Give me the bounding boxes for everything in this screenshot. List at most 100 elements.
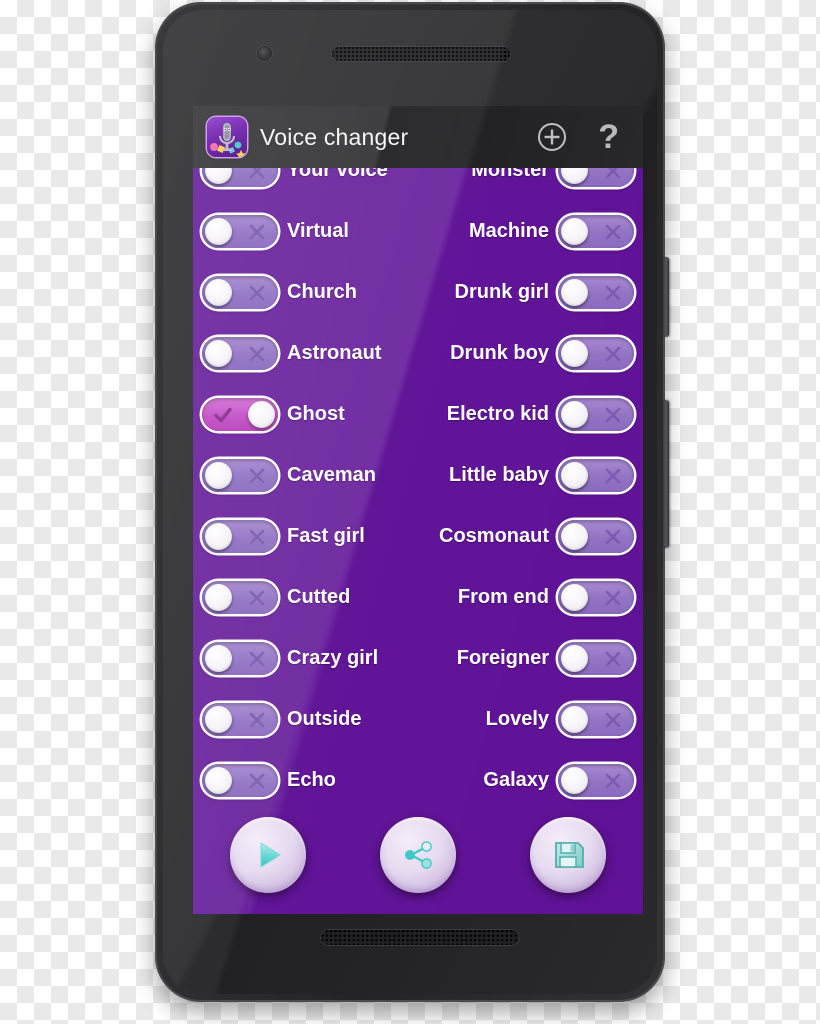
toggle-foreigner[interactable]: [558, 642, 634, 675]
toggle-knob: [205, 279, 232, 306]
toggle-cosmonaut[interactable]: [558, 520, 634, 553]
effect-label: Outside: [287, 708, 362, 730]
toggle-machine[interactable]: [558, 215, 634, 248]
effect-cell-electro-kid[interactable]: Electro kid: [418, 398, 643, 431]
effect-row: Caveman Little baby: [193, 445, 643, 506]
toggle-drunk-girl[interactable]: [558, 276, 634, 309]
effect-label: Caveman: [287, 464, 376, 486]
app-bar: Voice changer ?: [193, 106, 643, 168]
toggle-electro-kid[interactable]: [558, 398, 634, 431]
toggle-knob: [205, 706, 232, 733]
effect-row: Outside Lovely: [193, 689, 643, 750]
effect-cell-foreigner[interactable]: Foreigner: [418, 642, 643, 675]
toggle-knob: [561, 706, 588, 733]
toggle-knob: [205, 340, 232, 367]
effect-label: Lovely: [485, 708, 549, 730]
toggle-knob: [561, 462, 588, 489]
phone-device-frame: Your voice Monster Virtual Machine Church Dru…: [155, 2, 669, 1002]
effect-cell-machine[interactable]: Machine: [418, 215, 643, 248]
effect-cell-caveman[interactable]: Caveman: [193, 459, 418, 492]
close-x-icon: [594, 398, 632, 431]
close-x-icon: [238, 520, 276, 553]
effect-label: Cosmonaut: [439, 525, 549, 547]
toggle-knob: [205, 645, 232, 672]
earpiece-speaker-icon: [331, 46, 511, 62]
effect-label: Astronaut: [287, 342, 382, 364]
effect-row: Cutted From end: [193, 567, 643, 628]
close-x-icon: [594, 703, 632, 736]
effect-cell-church[interactable]: Church: [193, 276, 418, 309]
effect-row: Astronaut Drunk boy: [193, 323, 643, 384]
share-button[interactable]: [380, 817, 456, 893]
volume-rocker-button[interactable]: [663, 400, 669, 548]
effect-cell-little-baby[interactable]: Little baby: [418, 459, 643, 492]
effect-cell-ghost[interactable]: Ghost: [193, 398, 418, 431]
toggle-knob: [561, 523, 588, 550]
effect-cell-galaxy[interactable]: Galaxy: [418, 764, 643, 797]
toggle-knob: [561, 584, 588, 611]
toggle-caveman[interactable]: [202, 459, 278, 492]
toggle-crazy-girl[interactable]: [202, 642, 278, 675]
page-title: Voice changer: [260, 123, 409, 150]
phone-bezel: Your voice Monster Virtual Machine Church Dru…: [163, 10, 657, 994]
toggle-knob: [561, 645, 588, 672]
toggle-knob: [205, 767, 232, 794]
effect-label: From end: [457, 586, 549, 608]
effects-grid: Your voice Monster Virtual Machine Church Dru…: [193, 106, 643, 811]
toggle-knob: [561, 767, 588, 794]
toggle-knob: [561, 401, 588, 428]
toggle-cutted[interactable]: [202, 581, 278, 614]
toggle-echo[interactable]: [202, 764, 278, 797]
toggle-astronaut[interactable]: [202, 337, 278, 370]
effect-label: Foreigner: [456, 647, 549, 669]
effect-label: Virtual: [287, 220, 349, 242]
close-x-icon: [594, 337, 632, 370]
toggle-ghost[interactable]: [202, 398, 278, 431]
toggle-lovely[interactable]: [558, 703, 634, 736]
toggle-knob: [248, 401, 275, 428]
close-x-icon: [594, 764, 632, 797]
effect-cell-fast-girl[interactable]: Fast girl: [193, 520, 418, 553]
toggle-knob: [561, 340, 588, 367]
effect-row: Virtual Machine: [193, 201, 643, 262]
toggle-little-baby[interactable]: [558, 459, 634, 492]
play-button[interactable]: [230, 817, 306, 893]
effect-cell-astronaut[interactable]: Astronaut: [193, 337, 418, 370]
question-mark-icon[interactable]: ?: [598, 120, 619, 154]
plus-circle-icon[interactable]: [536, 121, 568, 153]
check-icon: [204, 398, 242, 431]
close-x-icon: [594, 215, 632, 248]
effect-cell-drunk-girl[interactable]: Drunk girl: [418, 276, 643, 309]
toggle-fast-girl[interactable]: [202, 520, 278, 553]
effect-cell-lovely[interactable]: Lovely: [418, 703, 643, 736]
close-x-icon: [594, 276, 632, 309]
toggle-knob: [205, 523, 232, 550]
close-x-icon: [238, 581, 276, 614]
close-x-icon: [594, 520, 632, 553]
effect-cell-drunk-boy[interactable]: Drunk boy: [418, 337, 643, 370]
effect-cell-echo[interactable]: Echo: [193, 764, 418, 797]
effect-label: Cutted: [287, 586, 351, 608]
effect-cell-outside[interactable]: Outside: [193, 703, 418, 736]
power-button[interactable]: [663, 257, 669, 337]
effect-cell-crazy-girl[interactable]: Crazy girl: [193, 642, 418, 675]
toggle-outside[interactable]: [202, 703, 278, 736]
toggle-galaxy[interactable]: [558, 764, 634, 797]
toggle-knob: [561, 218, 588, 245]
effect-label: Drunk boy: [450, 342, 549, 364]
effect-label: Echo: [287, 769, 336, 791]
close-x-icon: [238, 642, 276, 675]
effect-cell-virtual[interactable]: Virtual: [193, 215, 418, 248]
toggle-drunk-boy[interactable]: [558, 337, 634, 370]
effect-cell-from-end[interactable]: From end: [418, 581, 643, 614]
effect-cell-cosmonaut[interactable]: Cosmonaut: [418, 520, 643, 553]
toggle-from-end[interactable]: [558, 581, 634, 614]
toggle-church[interactable]: [202, 276, 278, 309]
close-x-icon: [594, 459, 632, 492]
toggle-virtual[interactable]: [202, 215, 278, 248]
save-button[interactable]: [530, 817, 606, 893]
effect-cell-cutted[interactable]: Cutted: [193, 581, 418, 614]
effect-label: Drunk girl: [454, 281, 549, 303]
close-x-icon: [238, 276, 276, 309]
close-x-icon: [238, 764, 276, 797]
